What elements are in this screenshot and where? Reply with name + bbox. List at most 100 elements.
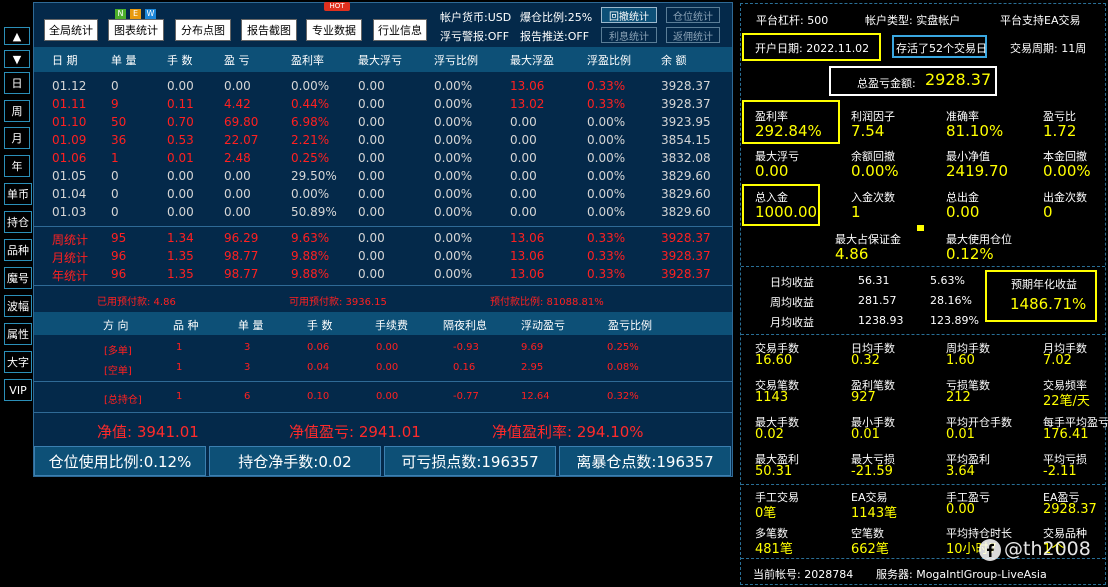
summary-lots: 1.35	[167, 267, 194, 281]
cell-orders: 9	[111, 97, 119, 111]
distribution-plot-button[interactable]: 分布点图	[175, 19, 231, 41]
account-currency: 帐户货币:USD	[440, 11, 512, 24]
side-nav-vip[interactable]: VIP	[4, 379, 32, 401]
stat-value: 2928.37	[1043, 502, 1097, 517]
pos-total-direction: [总持仓]	[104, 395, 142, 406]
pos-cell-swap: -0.93	[453, 342, 479, 353]
summary-loss-ratio: 0.00%	[434, 249, 473, 263]
side-nav-large-font[interactable]: 大字	[4, 351, 32, 373]
side-nav-year[interactable]: 年	[4, 155, 30, 177]
cell-max-floating-profit: 0.00	[510, 187, 537, 201]
account-type: 帐户类型: 实盘帐户	[865, 14, 961, 27]
industry-info-button[interactable]: 行业信息	[373, 19, 427, 41]
cell-lots: 0.00	[167, 169, 194, 183]
pos-cell-orders: 3	[244, 362, 251, 373]
cell-lots: 0.00	[167, 187, 194, 201]
stat-value: 212	[946, 390, 971, 405]
cell-balance: 3829.60	[661, 169, 711, 183]
stat-value: 0.00	[946, 502, 975, 517]
cell-max-floating-profit: 0.00	[510, 115, 537, 129]
stat-value: 0.32	[851, 353, 880, 368]
summary-rate: 9.63%	[291, 231, 330, 245]
cell-max-floating-loss: 0.00	[358, 169, 385, 183]
loss-tolerance-points: 可亏损点数:196357	[384, 446, 556, 476]
pos-col-header-direction: 方 向	[103, 319, 129, 332]
cell-date: 01.06	[52, 151, 87, 165]
drawdown-stats-button[interactable]: 回撤统计	[601, 7, 657, 23]
report-push[interactable]: 报告推送:OFF	[520, 28, 589, 44]
max-margin-value: 4.86	[835, 245, 869, 263]
new-badge-e: E	[130, 9, 141, 19]
expected-annual-value: 1486.71%	[1010, 295, 1087, 313]
side-nav-attributes[interactable]: 属性	[4, 323, 32, 345]
side-nav-month[interactable]: 月	[4, 127, 30, 149]
side-nav-symbol[interactable]: 品种	[4, 239, 32, 261]
income-label: 周均收益	[770, 296, 814, 309]
col-header-max-floating-loss: 最大浮亏	[358, 54, 402, 67]
cell-max-floating-loss: 0.00	[358, 79, 385, 93]
cell-max-floating-loss: 0.00	[358, 187, 385, 201]
scroll-up-button[interactable]: ▲	[4, 27, 30, 45]
divider	[34, 285, 732, 286]
pos-cell-symbol: 1	[176, 362, 183, 373]
stat-value: 1143笔	[851, 506, 898, 521]
watermark-text: @th2008	[1004, 538, 1091, 560]
cell-orders: 36	[111, 133, 127, 147]
rebate-stats-button[interactable]: 返佣统计	[666, 27, 720, 43]
cell-profit-ratio: 0.00%	[587, 187, 626, 201]
report-screenshot-button[interactable]: 报告截图	[241, 19, 297, 41]
summary-max-floating-profit: 13.06	[510, 249, 545, 263]
side-nav-week[interactable]: 周	[4, 100, 30, 122]
interest-stats-button[interactable]: 利息统计	[601, 27, 657, 43]
pos-col-header-floating: 浮动盈亏	[521, 319, 565, 332]
divider	[34, 381, 732, 382]
cell-date: 01.03	[52, 205, 87, 219]
stat-value: 3.64	[946, 464, 975, 479]
side-nav-single-currency[interactable]: 单币	[4, 183, 32, 205]
pos-total-floating: 12.64	[521, 391, 550, 402]
divider	[34, 226, 732, 227]
side-nav-holdings[interactable]: 持仓	[4, 211, 32, 233]
stat-value: 292.84%	[755, 122, 822, 140]
stat-value: 0.00	[755, 162, 789, 180]
summary-max-floating-loss: 0.00	[358, 231, 385, 245]
hot-badge: HOT	[324, 2, 350, 11]
income-pct: 28.16%	[930, 294, 972, 307]
divider	[741, 484, 1105, 485]
marker-square	[917, 225, 924, 231]
cell-pl: 0.00	[224, 205, 251, 219]
pos-cell-orders: 3	[244, 342, 251, 353]
summary-date: 周统计	[52, 233, 89, 247]
cell-profit-ratio: 0.00%	[587, 205, 626, 219]
summary-orders: 95	[111, 231, 127, 245]
blowout-distance-points: 离暴仓点数:196357	[559, 446, 731, 476]
side-nav-day[interactable]: 日	[4, 72, 30, 94]
floating-loss-alert[interactable]: 浮亏警报:OFF	[440, 28, 509, 44]
chart-stats-button[interactable]: 图表统计	[108, 19, 164, 41]
cell-lots: 0.53	[167, 133, 194, 147]
summary-lots: 1.35	[167, 249, 194, 263]
cell-pl: 0.00	[224, 169, 251, 183]
summary-profit-ratio: 0.33%	[587, 267, 626, 281]
cell-profit-ratio: 0.33%	[587, 79, 626, 93]
income-value: 1238.93	[858, 314, 904, 327]
stat-value: 0.02	[755, 427, 784, 442]
cell-max-floating-profit: 13.02	[510, 97, 545, 111]
position-stats-button[interactable]: 仓位统计	[666, 7, 720, 23]
side-nav-magic-number[interactable]: 魔号	[4, 267, 32, 289]
scroll-down-button[interactable]: ▼	[4, 50, 30, 68]
col-header-profit-ratio: 浮盈比例	[587, 54, 631, 67]
stat-value: 7.02	[1043, 353, 1072, 368]
cell-pl: 0.00	[224, 187, 251, 201]
stat-value: 2419.70	[946, 162, 1009, 180]
cell-max-floating-profit: 13.06	[510, 79, 545, 93]
side-nav-volatility[interactable]: 波幅	[4, 295, 32, 317]
open-date: 开户日期: 2022.11.02	[755, 42, 870, 55]
global-stats-button[interactable]: 全局统计	[44, 19, 98, 41]
net-value: 净值: 3941.01	[97, 423, 199, 441]
trade-period: 交易周期: 11周	[1010, 42, 1087, 55]
cell-profit-ratio: 0.00%	[587, 115, 626, 129]
cell-balance: 3832.08	[661, 151, 711, 165]
pro-data-button[interactable]: 专业数据	[306, 19, 362, 41]
stat-value: 1.60	[946, 353, 975, 368]
